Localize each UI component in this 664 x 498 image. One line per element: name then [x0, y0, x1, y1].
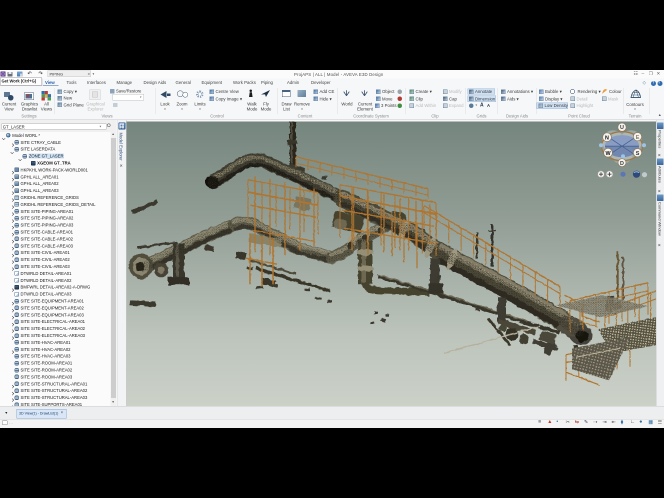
svg-text:E: E [636, 135, 640, 141]
svg-text:S: S [636, 151, 640, 157]
svg-text:N: N [605, 135, 609, 141]
svg-text:D: D [620, 161, 624, 167]
svg-text:U: U [620, 125, 624, 131]
